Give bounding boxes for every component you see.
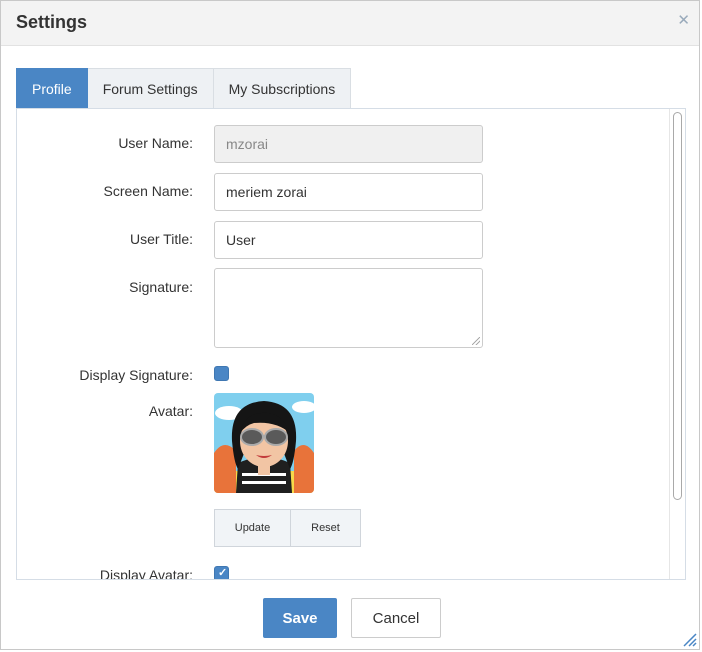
screen-name-label: Screen Name: — [103, 183, 193, 199]
scrollbar-thumb[interactable] — [673, 112, 682, 500]
user-title-label: User Title: — [129, 231, 193, 247]
screen-name-field[interactable]: meriem zorai — [214, 173, 483, 211]
checkmark-icon: ✓ — [218, 567, 228, 579]
close-icon[interactable]: ✕ — [677, 12, 690, 30]
tab-forum-settings[interactable]: Forum Settings — [87, 68, 214, 108]
update-avatar-button[interactable]: Update — [214, 509, 291, 547]
display-avatar-label: Display Avatar: — [99, 567, 193, 580]
profile-form: User Name: mzorai Screen Name: meriem zo… — [17, 109, 669, 579]
settings-tabs: Profile Forum Settings My Subscriptions — [16, 68, 352, 108]
reset-avatar-button[interactable]: Reset — [290, 509, 361, 547]
panel-scrollbar[interactable] — [669, 109, 685, 579]
display-signature-label: Display Signature: — [79, 367, 193, 383]
display-avatar-checkbox[interactable]: ✓ — [214, 566, 229, 579]
tab-profile[interactable]: Profile — [16, 68, 88, 108]
profile-panel: User Name: mzorai Screen Name: meriem zo… — [16, 108, 686, 580]
signature-label: Signature: — [129, 279, 193, 295]
user-name-label: User Name: — [118, 135, 193, 151]
avatar-label: Avatar: — [148, 403, 193, 419]
cancel-button[interactable]: Cancel — [351, 598, 441, 638]
avatar-illustration — [214, 393, 314, 493]
tab-label: Forum Settings — [102, 80, 198, 97]
signature-textarea[interactable] — [214, 268, 483, 348]
tab-label: My Subscriptions — [228, 80, 336, 97]
settings-dialog: Settings ✕ Profile Forum Settings My Sub… — [0, 0, 700, 650]
window-resize-grip-icon[interactable] — [681, 631, 697, 647]
dialog-titlebar: Settings ✕ — [1, 1, 699, 46]
resize-grip-icon[interactable] — [472, 337, 480, 345]
dialog-title: Settings — [16, 12, 88, 32]
tab-my-subscriptions[interactable]: My Subscriptions — [213, 68, 352, 108]
save-button[interactable]: Save — [263, 598, 337, 638]
display-signature-checkbox[interactable] — [214, 366, 229, 381]
avatar-button-group: Update Reset — [214, 509, 361, 547]
avatar-image — [214, 393, 314, 493]
user-title-field[interactable]: User — [214, 221, 483, 259]
user-name-field: mzorai — [214, 125, 483, 163]
tab-label: Profile — [32, 80, 72, 97]
